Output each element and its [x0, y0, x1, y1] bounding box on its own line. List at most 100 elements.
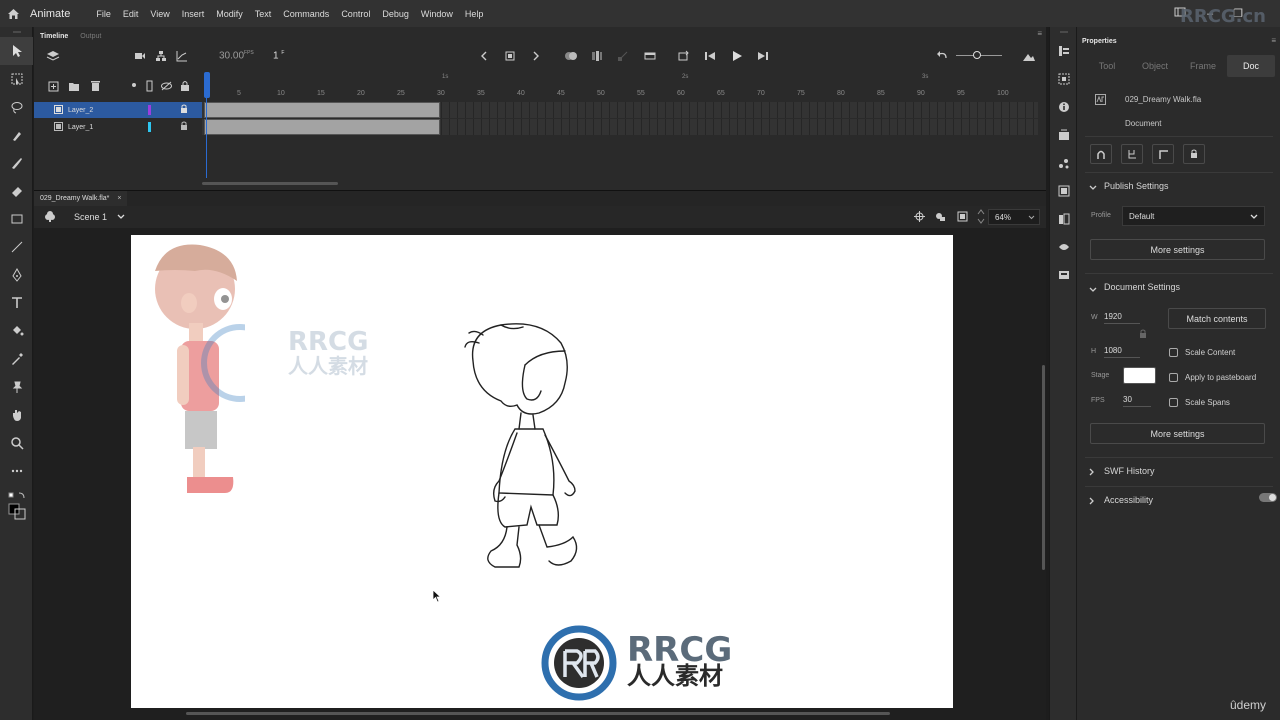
eyedropper-tool-icon[interactable]: [0, 345, 33, 373]
more-settings-button[interactable]: More settings: [1090, 239, 1265, 260]
align-panel-icon[interactable]: [1050, 65, 1078, 93]
tab-object[interactable]: Object: [1131, 55, 1179, 77]
scene-selector[interactable]: Scene 1: [74, 212, 107, 222]
timeline-scrollbar[interactable]: [202, 182, 338, 185]
lock-all-icon[interactable]: [180, 80, 190, 95]
clip-content-icon[interactable]: [957, 211, 968, 224]
match-contents-button[interactable]: Match contents: [1168, 308, 1266, 329]
layer-color-swatch[interactable]: [148, 122, 151, 132]
more-tools-icon[interactable]: [0, 457, 33, 485]
sketch-character-image[interactable]: [461, 321, 611, 577]
free-transform-tool-icon[interactable]: [0, 65, 33, 93]
menu-modify[interactable]: Modify: [216, 9, 243, 19]
motion-presets-icon[interactable]: [1050, 233, 1078, 261]
accessibility-header[interactable]: Accessibility: [1104, 495, 1153, 505]
edit-symbols-icon[interactable]: [934, 211, 946, 224]
height-input[interactable]: 1080: [1104, 346, 1140, 358]
onion-skin-icon[interactable]: [564, 50, 578, 65]
document-tab[interactable]: 029_Dreamy Walk.fla* ×: [34, 190, 128, 207]
rectangle-tool-icon[interactable]: [0, 205, 33, 233]
fps-display[interactable]: 30.00FPS: [219, 50, 254, 61]
layer-color-swatch[interactable]: [148, 105, 151, 115]
pasteboard[interactable]: RRCG 人人素材 RRCG 人人素材: [34, 228, 1046, 720]
components-icon[interactable]: [1050, 205, 1078, 233]
color-swatches[interactable]: [0, 485, 33, 525]
tab-doc[interactable]: Doc: [1227, 55, 1275, 77]
zoom-select[interactable]: 64%: [988, 209, 1040, 225]
width-input[interactable]: 1920: [1104, 312, 1140, 324]
home-icon[interactable]: [2, 0, 24, 27]
line-tool-icon[interactable]: [0, 233, 33, 261]
layer-row-1[interactable]: Layer_1: [34, 119, 202, 135]
menu-commands[interactable]: Commands: [283, 9, 329, 19]
create-tween-icon[interactable]: [644, 50, 656, 65]
scale-spans-checkbox[interactable]: [1169, 398, 1178, 407]
stage-color-swatch[interactable]: [1123, 367, 1156, 384]
lasso-tool-icon[interactable]: [0, 93, 33, 121]
pen-tool-icon[interactable]: [0, 261, 33, 289]
properties-panel-icon[interactable]: [1050, 37, 1078, 65]
delete-layer-icon[interactable]: [90, 80, 101, 95]
graph-icon[interactable]: [176, 50, 188, 65]
layer-name[interactable]: Layer_1: [68, 124, 93, 131]
edit-multiple-frames-icon[interactable]: [591, 50, 603, 65]
step-back-icon[interactable]: [704, 50, 716, 65]
reference-character-image[interactable]: [145, 241, 245, 497]
playhead[interactable]: [204, 72, 210, 98]
assets-icon[interactable]: [1050, 261, 1078, 289]
transform-panel-icon[interactable]: [1050, 177, 1078, 205]
frame-span[interactable]: [204, 119, 440, 135]
edge-icon[interactable]: [1152, 144, 1174, 164]
visibility-icon[interactable]: [160, 81, 173, 94]
tween-icon[interactable]: [617, 50, 629, 65]
loop-icon[interactable]: [677, 50, 689, 65]
new-folder-icon[interactable]: [68, 81, 80, 95]
menu-debug[interactable]: Debug: [382, 9, 409, 19]
frame-span[interactable]: [204, 102, 440, 118]
zoom-large-icon[interactable]: [1022, 50, 1036, 65]
panel-menu-icon[interactable]: ≡: [1271, 36, 1276, 45]
frame-display[interactable]: 1 F: [273, 50, 284, 61]
swap-icon[interactable]: [1121, 144, 1143, 164]
frame-row-layer-2[interactable]: [202, 102, 1038, 118]
eraser-tool-icon[interactable]: [0, 177, 33, 205]
profile-select[interactable]: Default: [1122, 206, 1265, 226]
paint-brush-tool-icon[interactable]: [0, 149, 33, 177]
panel-menu-icon[interactable]: ≡: [1037, 29, 1042, 38]
prev-keyframe-icon[interactable]: [479, 50, 489, 65]
menu-control[interactable]: Control: [341, 9, 370, 19]
zoom-slider-thumb[interactable]: [973, 51, 981, 59]
menu-view[interactable]: View: [150, 9, 169, 19]
more-settings-button-2[interactable]: More settings: [1090, 423, 1265, 444]
color-panel-icon[interactable]: [1050, 149, 1078, 177]
frame-row-layer-1[interactable]: [202, 119, 1038, 135]
scale-content-checkbox[interactable]: [1169, 348, 1178, 357]
layers-icon[interactable]: [46, 50, 60, 65]
undo-icon[interactable]: [936, 50, 948, 65]
selection-tool-icon[interactable]: [0, 37, 33, 65]
highlight-dot-icon[interactable]: [132, 83, 136, 87]
vertical-scrollbar[interactable]: [1042, 365, 1045, 570]
lock-icon[interactable]: [180, 121, 188, 133]
tab-tool[interactable]: Tool: [1083, 55, 1131, 77]
chevron-down-icon[interactable]: [117, 212, 125, 222]
brush-tool-icon[interactable]: [0, 121, 33, 149]
menu-file[interactable]: File: [96, 9, 111, 19]
hand-tool-icon[interactable]: [0, 401, 33, 429]
lock-icon[interactable]: [180, 104, 188, 116]
info-icon[interactable]: [1050, 93, 1078, 121]
tab-output[interactable]: Output: [74, 33, 107, 40]
menu-window[interactable]: Window: [421, 9, 453, 19]
swf-history-header[interactable]: SWF History: [1104, 466, 1155, 476]
snap-icon[interactable]: [1090, 144, 1112, 164]
chevron-down-icon[interactable]: [1089, 182, 1097, 194]
center-stage-icon[interactable]: [914, 211, 925, 224]
chevron-right-icon[interactable]: [1089, 467, 1095, 479]
lock-icon[interactable]: [1183, 144, 1205, 164]
add-keyframe-icon[interactable]: [504, 50, 516, 65]
pin-tool-icon[interactable]: [0, 373, 33, 401]
chevron-down-icon[interactable]: [1089, 284, 1097, 296]
stage[interactable]: RRCG 人人素材 RRCG 人人素材: [131, 235, 953, 708]
library-icon[interactable]: [1050, 121, 1078, 149]
layer-row-2[interactable]: Layer_2: [34, 102, 202, 118]
